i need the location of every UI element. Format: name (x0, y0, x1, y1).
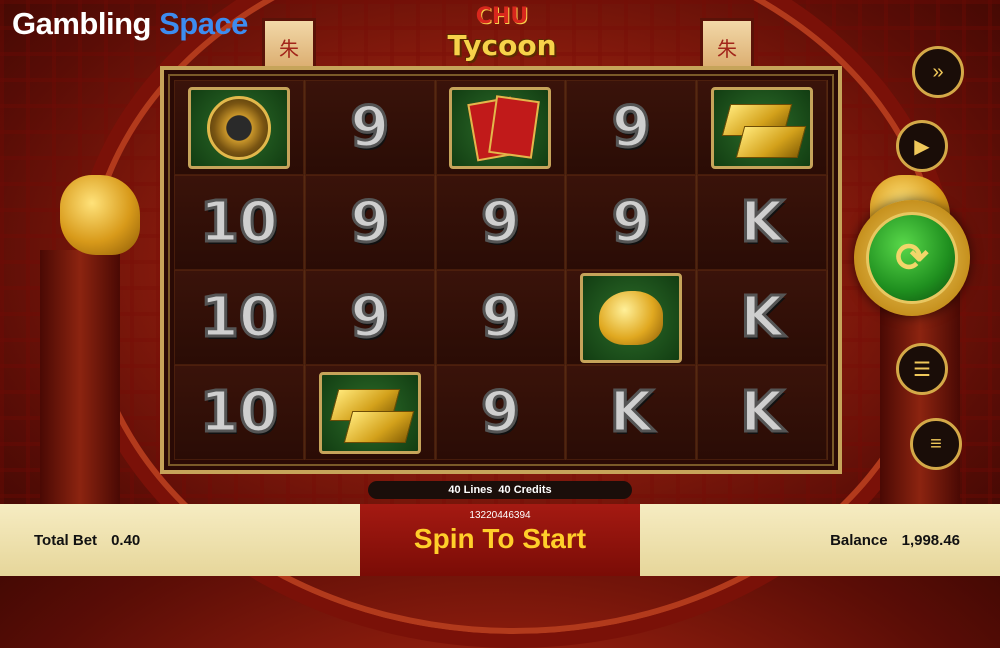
card-symbol: 9 (610, 94, 652, 162)
gold-bar-symbol (711, 86, 814, 169)
card-symbol: 10 (198, 284, 279, 352)
reel-cell (435, 80, 567, 175)
reel-cell: 9 (304, 175, 436, 270)
turbo-button[interactable]: » (912, 46, 964, 98)
compass-icon (206, 95, 271, 160)
gold-pig-symbol (580, 272, 683, 363)
reel-cell: 9 (435, 270, 567, 365)
left-pillar (40, 250, 120, 510)
autoplay-icon: ▶ (914, 135, 930, 158)
fast-forward-icon: » (932, 60, 944, 83)
balance-label: Balance (830, 531, 888, 549)
menu-button[interactable]: ≡ (910, 418, 962, 470)
spin-button[interactable]: ⟳ (854, 200, 970, 316)
total-bet-label: Total Bet (34, 531, 98, 549)
card-symbol: K (739, 189, 785, 257)
card-symbol: 9 (349, 189, 391, 257)
reel-cell: K (697, 175, 828, 270)
reel-cell: 9 (566, 80, 698, 175)
reel-cell (566, 270, 698, 365)
reel-grid: 9 9 10 9 9 9 K 10 9 9 K 10 9 K K (160, 66, 842, 474)
total-bet-value: 0.40 (111, 531, 141, 549)
reel-cell: 9 (566, 175, 698, 270)
card-symbol: 10 (198, 189, 279, 257)
card-symbol: K (608, 379, 654, 447)
menu-icon: ≡ (930, 432, 942, 455)
reel-cell (174, 80, 305, 175)
gold-bar-icon (735, 125, 807, 158)
game-logo-line1: CHU (475, 4, 529, 29)
reel-cell: K (566, 365, 698, 460)
reel-cell: 9 (304, 80, 436, 175)
credits-label: 40 Credits (498, 484, 552, 496)
lines-credits-bar: 40 Lines 40 Credits (368, 481, 632, 499)
balance-panel: Balance 1,998.46 (640, 504, 1000, 576)
card-symbol: K (739, 379, 785, 447)
brand-part2: Space (159, 6, 248, 41)
lines-label: 40 Lines (448, 484, 493, 496)
lantern-glyph: 朱 (717, 38, 737, 61)
lantern-glyph: 朱 (279, 38, 299, 61)
balance-value: 1,998.46 (901, 531, 960, 549)
reel-cell: K (697, 270, 828, 365)
red-envelope-symbol (449, 86, 552, 169)
spin-icon: ⟳ (866, 212, 958, 304)
reel-cell: 10 (174, 365, 305, 460)
card-symbol: 9 (349, 284, 391, 352)
compass-symbol (187, 86, 290, 169)
bottom-bar: Total Bet 0.40 13220446394 Spin To Start… (0, 504, 1000, 576)
reel-cell: 10 (174, 270, 305, 365)
card-symbol: 9 (349, 94, 391, 162)
left-lion-statue (60, 175, 140, 255)
card-symbol: 9 (480, 379, 522, 447)
bet-button[interactable]: ☰ (896, 343, 948, 395)
card-symbol: 9 (610, 189, 652, 257)
card-symbol: K (739, 284, 785, 352)
session-id: 13220446394 (469, 510, 531, 521)
card-symbol: 10 (198, 379, 279, 447)
reel-cell: 9 (304, 270, 436, 365)
gold-bar-icon (343, 410, 414, 443)
red-envelope-icon (488, 94, 541, 159)
brand-logo: Gambling Space (12, 6, 248, 42)
reel-cell (697, 80, 828, 175)
game-logo: CHU Tycoon (440, 4, 564, 70)
reel-cell: 10 (174, 175, 305, 270)
gold-pig-icon (599, 290, 664, 345)
gold-bar-symbol (318, 371, 421, 454)
card-symbol: 9 (480, 284, 522, 352)
brand-part1: Gambling (12, 6, 151, 41)
reel-cell (304, 365, 436, 460)
spin-to-start-button[interactable]: Spin To Start (360, 523, 640, 555)
coin-stack-icon: ☰ (913, 358, 931, 381)
reel-cell: 9 (435, 175, 567, 270)
autoplay-button[interactable]: ▶ (896, 120, 948, 172)
game-logo-line2: Tycoon (447, 29, 557, 62)
card-symbol: 9 (480, 189, 522, 257)
total-bet-panel: Total Bet 0.40 (0, 504, 360, 576)
reel-cell: 9 (435, 365, 567, 460)
reel-cell: K (697, 365, 828, 460)
spin-to-start-panel[interactable]: 13220446394 Spin To Start (360, 504, 640, 576)
